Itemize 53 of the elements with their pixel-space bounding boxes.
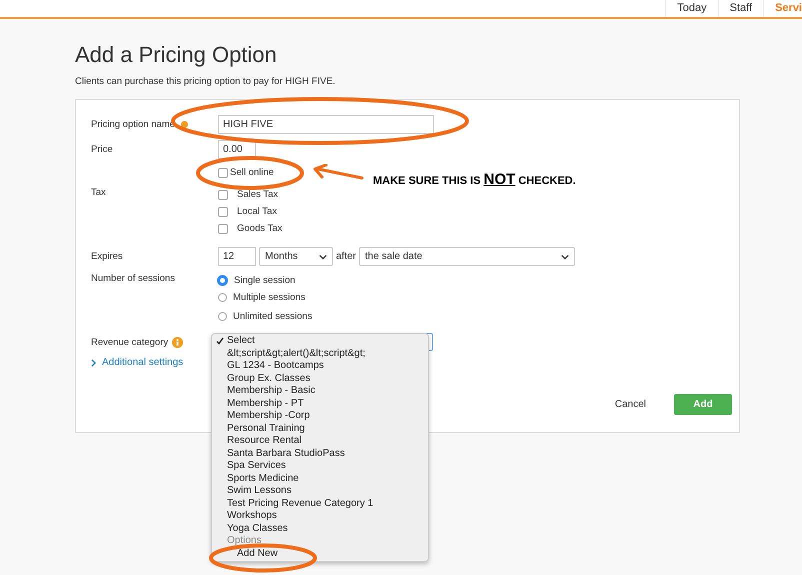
radio-label: Single session (234, 275, 296, 286)
menu-item[interactable]: Workshops (212, 510, 428, 522)
menu-item[interactable]: GL 1234 - Bootcamps (212, 360, 428, 372)
checkbox[interactable] (218, 168, 228, 178)
page-title: Add a Pricing Option (75, 42, 278, 68)
menu-item[interactable]: Sports Medicine (212, 472, 428, 485)
start-dropdown[interactable]: the sale date (359, 247, 576, 266)
radio-button[interactable] (218, 312, 227, 321)
radio-label: Unlimited sessions (233, 311, 312, 322)
annotation-text: MAKE SURE THIS IS NOT CHECKED. (373, 171, 576, 188)
field-label: Price (91, 144, 114, 155)
info-icon[interactable] (180, 121, 188, 128)
unit-dropdown[interactable]: Months (259, 247, 333, 266)
connector-text: after (336, 251, 356, 262)
radio-label: Multiple sessions (233, 292, 306, 303)
checkbox-label: Goods Tax (237, 223, 282, 234)
menu-item[interactable]: Test Pricing Revenue Category 1 (212, 498, 428, 510)
duration-input[interactable]: 12 (218, 247, 256, 266)
checkbox-label: Local Tax (237, 206, 277, 217)
field-label: Revenue category (91, 336, 168, 348)
menu-item[interactable]: Membership -Corp (212, 410, 428, 422)
name-input[interactable]: HIGH FIVE (218, 115, 434, 134)
menu-item[interactable]: Resource Rental (212, 435, 428, 448)
chevron-down-icon (561, 254, 570, 260)
nav-tab[interactable]: Today (665, 0, 718, 17)
checkbox-label: Sales Tax (237, 189, 278, 200)
menu-item[interactable]: &lt;script&gt;alert()&lt;script&gt; (212, 348, 428, 360)
menu-item[interactable]: Membership - PT (212, 398, 428, 410)
nav-tab[interactable]: Staff (718, 0, 764, 17)
chevron-down-icon (319, 254, 327, 260)
menu-item[interactable]: Santa Barbara StudioPass (212, 448, 428, 460)
checkbox[interactable] (218, 206, 228, 216)
menu-item[interactable]: Add New (212, 548, 428, 560)
field-label: Number of sessions (91, 273, 176, 284)
additional-settings-link[interactable]: Additional settings (91, 357, 184, 368)
menu-item[interactable]: Personal Training (212, 422, 428, 435)
radio-button[interactable] (217, 275, 228, 286)
menu-item[interactable]: Select (212, 335, 428, 348)
info-icon[interactable] (172, 336, 184, 348)
field-label: Tax (91, 187, 107, 198)
page-subtitle: Clients can purchase this pricing option to pay for HIGH FIVE. (75, 76, 336, 87)
menu-item[interactable]: Yoga Classes (212, 522, 428, 535)
checkbox[interactable] (218, 190, 228, 200)
checkbox-label: Sell online (230, 167, 274, 178)
menu-item[interactable]: Membership - Basic (212, 385, 428, 398)
checkbox[interactable] (218, 224, 228, 234)
radio-button[interactable] (218, 293, 227, 302)
chevron-right-icon (91, 358, 96, 366)
menu-item[interactable]: Swim Lessons (212, 485, 428, 498)
field-label: Expires (91, 251, 124, 262)
menu-item[interactable]: Spa Services (212, 460, 428, 472)
menu-item[interactable]: Group Ex. Classes (212, 372, 428, 385)
cancel-button[interactable]: Cancel (608, 398, 652, 411)
